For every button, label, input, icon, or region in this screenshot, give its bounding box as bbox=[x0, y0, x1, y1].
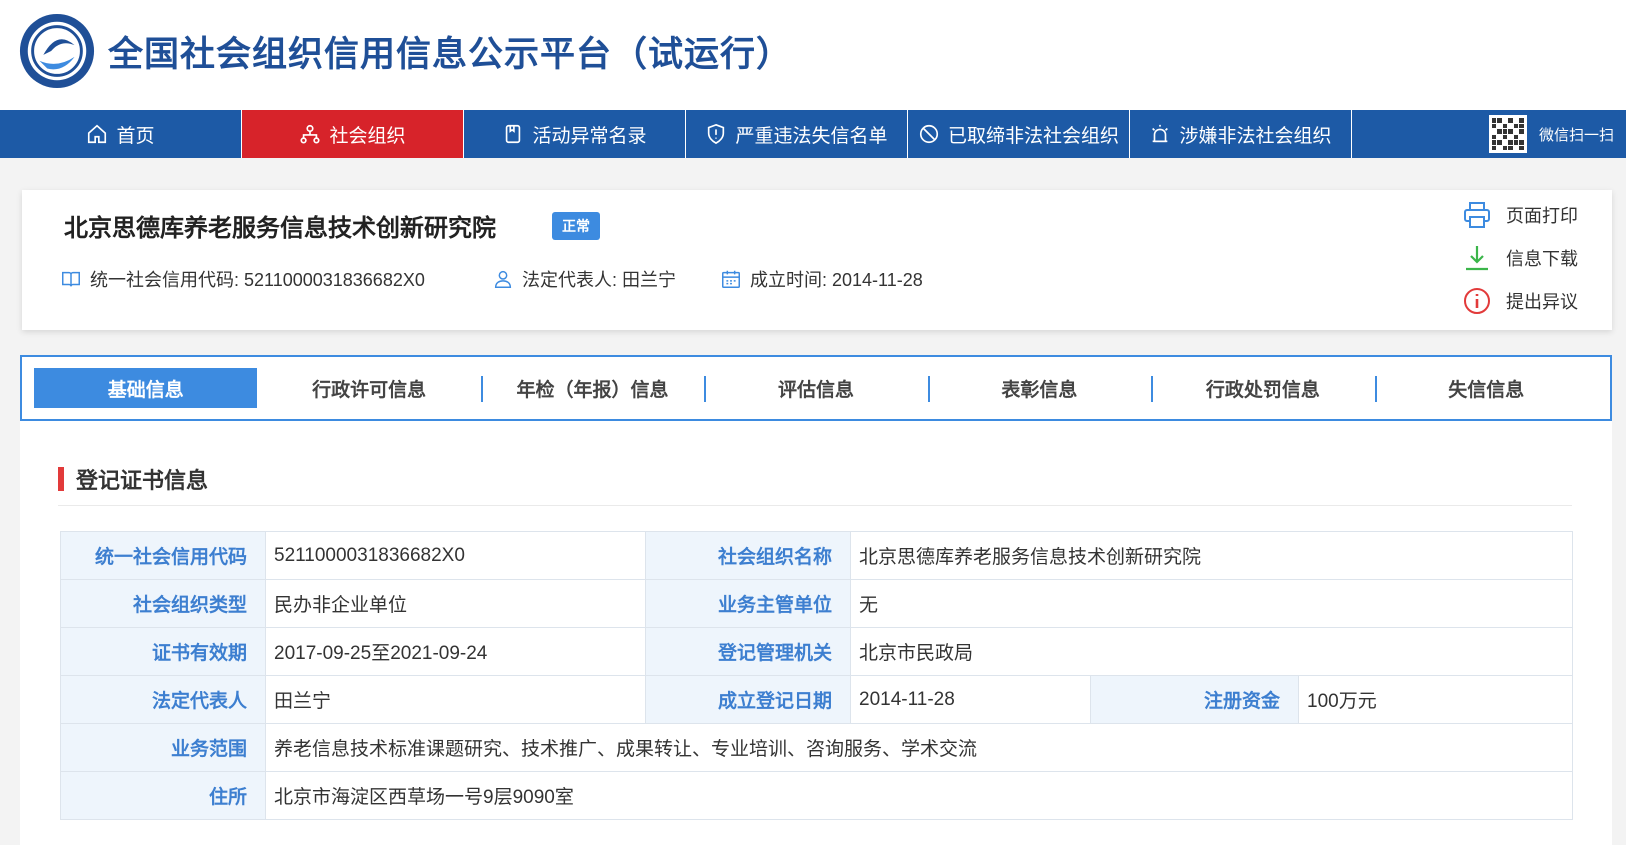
legal-rep-value: 田兰宁 bbox=[265, 675, 646, 724]
nav-home-label: 首页 bbox=[116, 125, 155, 147]
meta-legal-rep: 法定代表人: 田兰宁 bbox=[492, 266, 676, 292]
nav-suspected-orgs[interactable]: 涉嫌非法社会组织 bbox=[1130, 110, 1352, 158]
nav-abnormal-list-label: 活动异常名录 bbox=[532, 125, 647, 147]
platform-logo[interactable] bbox=[18, 12, 96, 90]
table-row: 证书有效期 2017-09-25至2021-09-24 登记管理机关 北京市民政… bbox=[60, 627, 1573, 676]
capital-value: 100万元 bbox=[1298, 675, 1573, 724]
nav-banned-orgs-label: 已取缔非法社会组织 bbox=[947, 125, 1119, 147]
section-marker bbox=[58, 467, 64, 491]
status-badge: 正常 bbox=[552, 212, 600, 240]
tab-penalty[interactable]: 行政处罚信息 bbox=[1151, 368, 1374, 408]
reg-date-label: 成立登记日期 bbox=[645, 675, 851, 724]
table-row: 社会组织类型 民办非企业单位 业务主管单位 无 bbox=[60, 579, 1573, 628]
nav-banned-orgs[interactable]: 已取缔非法社会组织 bbox=[908, 110, 1130, 158]
org-name: 北京思德库养老服务信息技术创新研究院 bbox=[64, 215, 496, 242]
nav-social-org-label: 社会组织 bbox=[329, 125, 406, 147]
document-icon bbox=[506, 124, 521, 144]
tab-evaluation[interactable]: 评估信息 bbox=[704, 368, 927, 408]
capital-label: 注册资金 bbox=[1090, 675, 1299, 724]
meta-legal-rep-text: 法定代表人: 田兰宁 bbox=[522, 270, 677, 290]
nav-suspected-orgs-label: 涉嫌非法社会组织 bbox=[1179, 125, 1332, 147]
tab-admin-license[interactable]: 行政许可信息 bbox=[257, 368, 480, 408]
printer-icon bbox=[1464, 202, 1490, 228]
nav-blacklist-label: 严重违法失信名单 bbox=[735, 125, 888, 147]
download-label: 信息下载 bbox=[1506, 249, 1578, 269]
tab-basic-info[interactable]: 基础信息 bbox=[34, 368, 258, 408]
supervisor-label: 业务主管单位 bbox=[645, 579, 851, 628]
tab-annual-report[interactable]: 年检（年报）信息 bbox=[480, 368, 704, 408]
authority-value: 北京市民政局 bbox=[850, 627, 1573, 676]
nav-social-org[interactable]: 社会组织 bbox=[242, 110, 464, 158]
nav-home[interactable]: 首页 bbox=[0, 110, 242, 158]
book-icon bbox=[62, 271, 80, 287]
page-actions: 页面打印 信息下载 提出异议 bbox=[1462, 200, 1578, 316]
nav-abnormal-list[interactable]: 活动异常名录 bbox=[464, 110, 686, 158]
table-row: 业务范围 养老信息技术标准课题研究、技术推广、成果转让、专业培训、咨询服务、学术… bbox=[60, 723, 1573, 772]
meta-founded: 成立时间: 2014-11-28 bbox=[720, 266, 923, 292]
validity-label: 证书有效期 bbox=[60, 627, 266, 676]
org-name-value: 北京思德库养老服务信息技术创新研究院 bbox=[850, 531, 1573, 580]
address-label: 住所 bbox=[60, 771, 266, 820]
org-type-value: 民办非企业单位 bbox=[265, 579, 646, 628]
table-row: 住所 北京市海淀区西草场一号9层9090室 bbox=[60, 771, 1573, 820]
alert-circle-icon bbox=[1464, 288, 1490, 314]
home-icon bbox=[88, 124, 107, 144]
objection-label: 提出异议 bbox=[1506, 292, 1578, 312]
tab-commendation[interactable]: 表彰信息 bbox=[927, 368, 1151, 408]
download-icon bbox=[1466, 246, 1488, 271]
table-row: 统一社会信用代码 5211000031836682X0 社会组织名称 北京思德库… bbox=[60, 531, 1573, 580]
org-summary-card: 北京思德库养老服务信息技术创新研究院 正常 统一社会信用代码: 52110000… bbox=[22, 190, 1612, 330]
main-panel: 基础信息 行政许可信息 年检（年报）信息 评估信息 表彰信息 行政处罚信息 失信… bbox=[20, 355, 1612, 845]
validity-value: 2017-09-25至2021-09-24 bbox=[265, 627, 646, 676]
print-button[interactable]: 页面打印 bbox=[1462, 200, 1578, 230]
tab-dishonesty[interactable]: 失信信息 bbox=[1374, 368, 1598, 408]
table-row: 法定代表人 田兰宁 成立登记日期 2014-11-28 注册资金 100万元 bbox=[60, 675, 1573, 724]
scope-label: 业务范围 bbox=[60, 723, 266, 772]
alarm-icon bbox=[1152, 124, 1169, 143]
meta-credit-code-text: 统一社会信用代码: 5211000031836682X0 bbox=[90, 270, 425, 290]
qr-code-icon bbox=[1488, 115, 1527, 153]
download-button[interactable]: 信息下载 bbox=[1462, 243, 1578, 273]
reg-date-value: 2014-11-28 bbox=[850, 675, 1091, 724]
calendar-icon bbox=[722, 270, 740, 288]
site-header: 全国社会组织信用信息公示平台（试运行） bbox=[0, 0, 1626, 110]
person-icon bbox=[494, 270, 512, 288]
meta-founded-text: 成立时间: 2014-11-28 bbox=[750, 270, 923, 290]
wechat-qr[interactable]: 微信扫一扫 bbox=[1488, 110, 1626, 158]
supervisor-value: 无 bbox=[850, 579, 1573, 628]
site-title: 全国社会组织信用信息公示平台（试运行） bbox=[108, 35, 793, 74]
info-tabs: 基础信息 行政许可信息 年检（年报）信息 评估信息 表彰信息 行政处罚信息 失信… bbox=[20, 355, 1612, 421]
credit-code-value: 5211000031836682X0 bbox=[265, 531, 646, 580]
org-tree-icon bbox=[300, 124, 321, 144]
authority-label: 登记管理机关 bbox=[645, 627, 851, 676]
section-title: 登记证书信息 bbox=[58, 463, 208, 495]
credit-code-label: 统一社会信用代码 bbox=[60, 531, 266, 580]
legal-rep-label: 法定代表人 bbox=[60, 675, 266, 724]
section-title-text: 登记证书信息 bbox=[76, 468, 209, 493]
section-divider bbox=[58, 505, 1572, 506]
ban-icon bbox=[919, 124, 939, 144]
meta-credit-code: 统一社会信用代码: 5211000031836682X0 bbox=[60, 266, 425, 292]
main-nav: 首页 社会组织 活动异常名录 严重违法失信名单 已取缔非法社会组织 涉嫌非法社会… bbox=[0, 110, 1626, 158]
scope-value: 养老信息技术标准课题研究、技术推广、成果转让、专业培训、咨询服务、学术交流 bbox=[265, 723, 1573, 772]
qr-label: 微信扫一扫 bbox=[1538, 126, 1614, 144]
address-value: 北京市海淀区西草场一号9层9090室 bbox=[265, 771, 1573, 820]
objection-button[interactable]: 提出异议 bbox=[1462, 286, 1578, 316]
nav-blacklist[interactable]: 严重违法失信名单 bbox=[686, 110, 908, 158]
org-name-label: 社会组织名称 bbox=[645, 531, 851, 580]
org-type-label: 社会组织类型 bbox=[60, 579, 266, 628]
print-label: 页面打印 bbox=[1506, 206, 1578, 226]
shield-icon bbox=[708, 123, 725, 145]
registration-info-table: 统一社会信用代码 5211000031836682X0 社会组织名称 北京思德库… bbox=[60, 531, 1573, 820]
